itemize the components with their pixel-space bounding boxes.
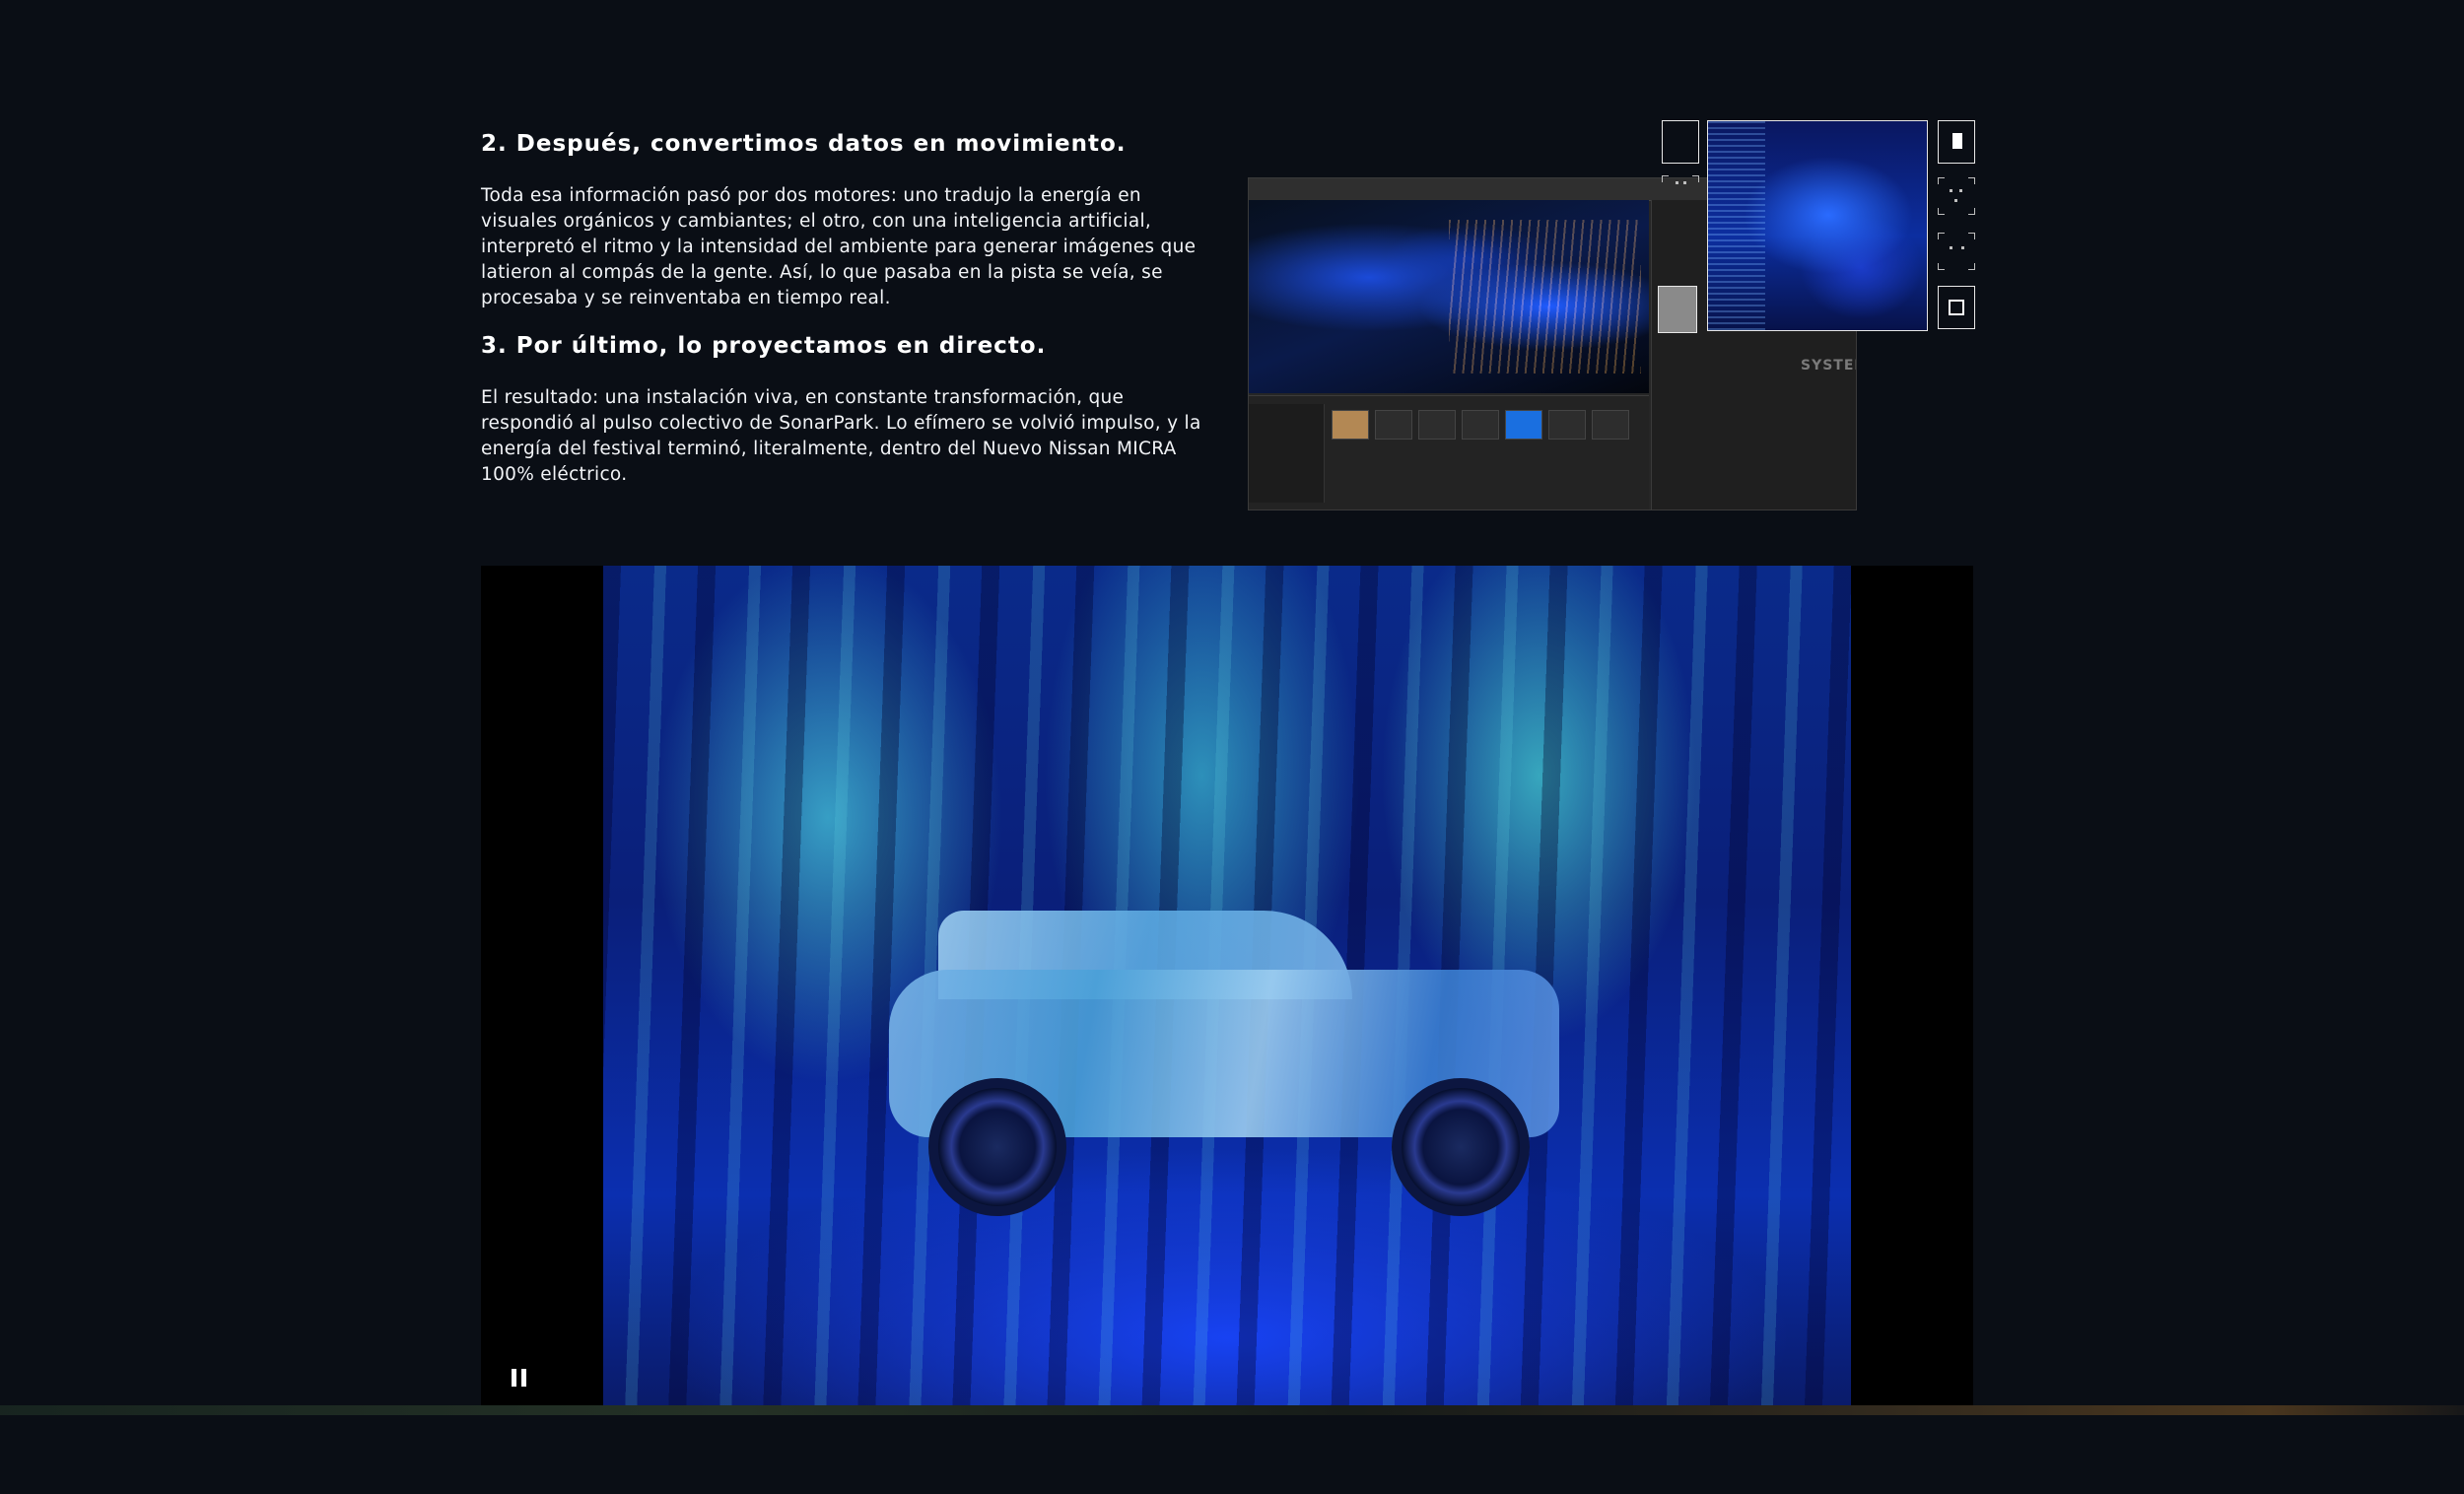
video-player[interactable] (481, 566, 1973, 1405)
thumbnail (1375, 410, 1412, 440)
thumbnail (1462, 410, 1499, 440)
step-2-heading: 2. Después, convertimos datos en movimie… (481, 131, 1127, 157)
corner-frame-icon (1938, 233, 1975, 270)
car-illustration (869, 911, 1589, 1216)
log-column (1708, 121, 1765, 330)
steps-text-column: 2. Después, convertimos datos en movimie… (481, 126, 1210, 488)
pause-icon (511, 1369, 516, 1387)
editor-asset-tree (1249, 404, 1325, 503)
car-rear-wheel (1392, 1078, 1530, 1216)
frame-outline (1938, 120, 1975, 164)
frame-outline (1658, 286, 1697, 333)
software-screenshot-collage: SYSTEM (1246, 116, 1975, 514)
car-front-wheel (928, 1078, 1066, 1216)
editor-viewport (1249, 200, 1649, 393)
video-frame-car-projection (603, 566, 1851, 1405)
page: 2. Después, convertimos datos en movimie… (0, 0, 2464, 1494)
next-section-edge (0, 1405, 2464, 1415)
editor-thumbnail-row (1332, 410, 1629, 440)
thumbnail (1332, 410, 1369, 440)
frame-outline (1938, 286, 1975, 329)
thumbnail (1505, 410, 1542, 440)
step-3-heading: 3. Por último, lo proyectamos en directo… (481, 333, 1047, 359)
step-2-body: Toda esa información pasó por dos motore… (481, 185, 1197, 308)
frame-outline (1662, 120, 1699, 164)
editor-watermark: SYSTEM (1801, 358, 1856, 374)
step-3-body: El resultado: una instalación viva, en c… (481, 387, 1201, 485)
pause-button[interactable] (505, 1364, 532, 1392)
pause-icon (520, 1369, 526, 1387)
thumbnail (1592, 410, 1629, 440)
corner-frame-icon (1662, 175, 1699, 213)
corner-frame-icon (1938, 177, 1975, 215)
thumbnail (1418, 410, 1456, 440)
thumbnail (1548, 410, 1586, 440)
editor-bottom-panel (1249, 395, 1649, 509)
visualizer-screenshot (1707, 120, 1928, 331)
